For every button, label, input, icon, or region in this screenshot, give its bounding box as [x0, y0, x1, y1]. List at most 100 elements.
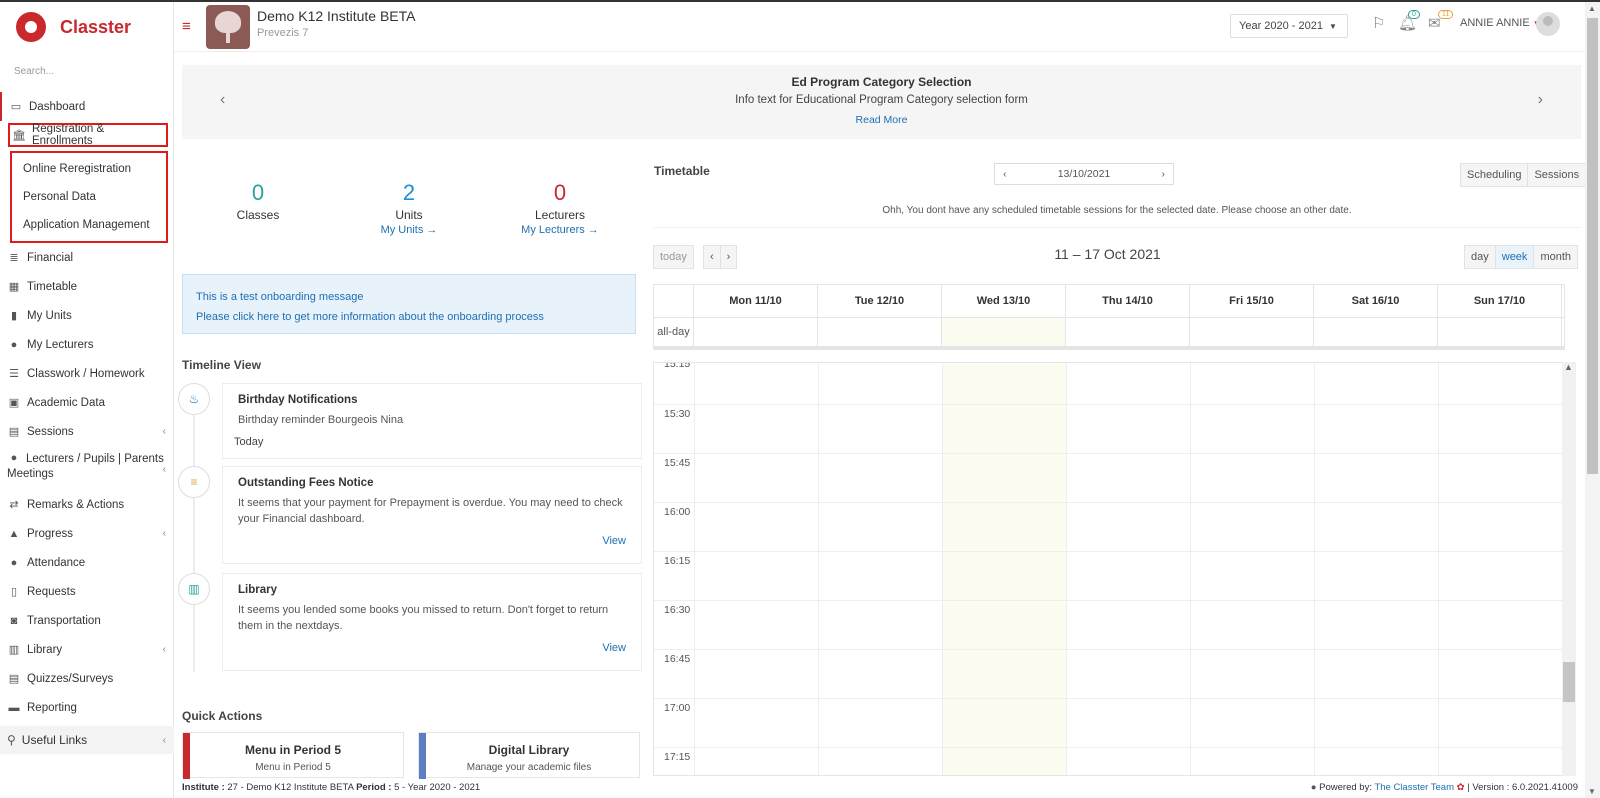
chevron-left-icon[interactable]: ‹: [1003, 168, 1007, 180]
calendar-day-headers: Mon 11/10 Tue 12/10 Wed 13/10 Thu 14/10 …: [654, 285, 1564, 317]
sidebar-subitem-online-reregistration[interactable]: Online Reregistration: [12, 155, 166, 183]
my-units-link[interactable]: My Units →: [349, 224, 469, 236]
view-day-button[interactable]: day: [1465, 246, 1496, 268]
allday-cell[interactable]: [818, 318, 942, 346]
chevron-down-icon[interactable]: ▼: [1588, 787, 1596, 796]
next-week-button[interactable]: ›: [721, 246, 737, 268]
onboarding-alert[interactable]: This is a test onboarding message Please…: [182, 274, 636, 334]
my-lecturers-link[interactable]: My Lecturers →: [500, 224, 620, 236]
timeline-card-desc: It seems that your payment for Prepaymen…: [238, 497, 623, 525]
chevron-right-icon[interactable]: ›: [1162, 168, 1166, 180]
sidebar-item-transportation[interactable]: ◙ Transportation: [0, 606, 174, 635]
page-scrollbar[interactable]: ▲ ▼: [1585, 2, 1600, 798]
sidebar-item-classwork[interactable]: ☰ Classwork / Homework: [0, 359, 174, 388]
institute-logo: [206, 5, 250, 49]
avatar[interactable]: [1536, 12, 1560, 36]
chevron-up-icon[interactable]: ▲: [1588, 4, 1596, 13]
carousel-subtitle: Info text for Educational Program Catego…: [735, 94, 1028, 106]
quick-action-sub: Manage your academic files: [466, 762, 592, 773]
time-label: 15:45: [664, 457, 691, 469]
sidebar-item-my-lecturers[interactable]: ● My Lecturers: [0, 330, 174, 359]
sidebar-subitem-application-management[interactable]: Application Management: [12, 211, 166, 239]
allday-cell[interactable]: [1314, 318, 1438, 346]
bell-icon[interactable]: 🔔︎ 0: [1398, 10, 1420, 32]
chevron-left-icon: ‹: [162, 644, 166, 655]
carousel-title: Ed Program Category Selection: [791, 75, 972, 89]
calendar-scroll-thumb[interactable]: [1563, 662, 1575, 702]
classter-team-link[interactable]: The Classter Team: [1374, 782, 1454, 793]
stat-label: Lecturers: [534, 208, 586, 222]
footer-institute-label: Institute :: [182, 782, 225, 793]
hamburger-menu-icon[interactable]: ≡: [182, 18, 191, 35]
sidebar-item-requests[interactable]: ▯ Requests: [0, 577, 174, 606]
quick-action-menu[interactable]: Menu in Period 5 Menu in Period 5: [182, 732, 404, 779]
app-name: Classter: [60, 16, 132, 37]
stat-label: Classes: [236, 208, 280, 222]
app-logo[interactable]: Classter: [14, 10, 131, 44]
allday-cell[interactable]: [694, 318, 818, 346]
timeline-card-title: Outstanding Fees Notice: [238, 477, 374, 489]
sidebar-item-attendance[interactable]: ● Attendance: [0, 548, 174, 577]
sidebar-subitem-personal-data[interactable]: Personal Data: [12, 183, 166, 211]
year-selector[interactable]: Year 2020 - 2021 ▼: [1230, 14, 1348, 38]
read-more-link[interactable]: Read More: [182, 114, 1581, 126]
list-icon: ☰: [9, 368, 19, 380]
time-row: 15:30: [654, 404, 1564, 453]
message-badge: 11: [1438, 10, 1454, 19]
flag-icon[interactable]: ⚐: [1372, 14, 1385, 32]
sidebar-item-progress[interactable]: ▲ Progress ‹: [0, 519, 174, 548]
quick-action-digital-library[interactable]: Digital Library Manage your academic fil…: [418, 732, 640, 779]
calendar-icon: ▦: [8, 281, 20, 293]
time-row: 16:15: [654, 551, 1564, 600]
calendar-scrollbar[interactable]: ▲: [1562, 362, 1576, 776]
calendar-header: Mon 11/10 Tue 12/10 Wed 13/10 Thu 14/10 …: [653, 284, 1565, 350]
registration-submenu: Online Reregistration Personal Data Appl…: [10, 151, 168, 243]
sidebar-item-useful-links[interactable]: ⚲ Useful Links ‹: [0, 726, 174, 754]
sidebar-item-dashboard[interactable]: ▭ Dashboard: [0, 92, 174, 121]
sidebar-item-timetable[interactable]: ▦ Timetable: [0, 272, 174, 301]
sidebar-search-input[interactable]: Search...: [14, 66, 164, 77]
timeline-line: [193, 392, 195, 672]
day-header: Wed 13/10: [942, 285, 1066, 317]
sidebar-item-reporting[interactable]: ▬ Reporting: [0, 693, 174, 722]
envelope-icon[interactable]: ✉ 11: [1428, 10, 1454, 32]
timeline-view-link[interactable]: View: [238, 535, 626, 547]
quick-actions-title: Quick Actions: [182, 709, 263, 723]
view-week-button[interactable]: week: [1495, 246, 1535, 268]
time-row: 17:00: [654, 698, 1564, 747]
sidebar-item-sessions[interactable]: ▤ Sessions ‹: [0, 417, 174, 446]
sidebar-item-meetings[interactable]: ● Lecturers / Pupils | Parents Meetings ‹: [0, 446, 174, 490]
onboarding-link[interactable]: Please click here to get more informatio…: [196, 307, 622, 327]
today-button[interactable]: today: [654, 246, 693, 268]
view-month-button[interactable]: month: [1534, 246, 1577, 268]
sidebar-item-library[interactable]: ▥ Library ‹: [0, 635, 174, 664]
allday-cell[interactable]: [1438, 318, 1562, 346]
prev-week-button[interactable]: ‹: [704, 246, 721, 268]
sidebar-item-academic-data[interactable]: ▣ Academic Data: [0, 388, 174, 417]
sidebar-item-label: Sessions: [27, 425, 74, 438]
sidebar-item-remarks[interactable]: ⇄ Remarks & Actions: [0, 490, 174, 519]
quick-action-sub: Menu in Period 5: [255, 762, 331, 773]
allday-cell[interactable]: [1190, 318, 1314, 346]
calendar-time-grid[interactable]: 15:15 15:30 15:45 16:00 16:15 16:30 16:4…: [653, 362, 1565, 776]
timeline-view-link[interactable]: View: [238, 642, 626, 654]
users-icon: ●: [10, 338, 18, 351]
carousel-next-icon[interactable]: ›: [1538, 91, 1543, 109]
chevron-up-icon[interactable]: ▲: [1564, 362, 1573, 372]
calendar-view-switcher: day week month: [1464, 245, 1579, 269]
user-menu[interactable]: ANNIE ANNIE▼: [1460, 17, 1541, 29]
sidebar-item-registration[interactable]: 🏛 Registration & Enrollments: [8, 123, 168, 147]
sidebar-item-my-units[interactable]: ▮ My Units: [0, 301, 174, 330]
allday-cell[interactable]: [1066, 318, 1190, 346]
footer-period-value: 5 - Year 2020 - 2021: [394, 782, 481, 793]
timeline-card-title: Library: [238, 584, 277, 596]
stat-value: 0: [553, 180, 567, 205]
page-scroll-thumb[interactable]: [1587, 18, 1598, 474]
info-carousel: ‹ Ed Program Category Selection Info tex…: [182, 65, 1581, 139]
sessions-button[interactable]: Sessions: [1528, 164, 1585, 186]
sidebar-item-financial[interactable]: ≣ Financial: [0, 243, 174, 272]
allday-cell[interactable]: [942, 318, 1066, 346]
scheduling-button[interactable]: Scheduling: [1461, 164, 1529, 186]
timetable-date-picker[interactable]: ‹ 13/10/2021 ›: [994, 163, 1174, 185]
sidebar-item-quizzes[interactable]: ▤ Quizzes/Surveys: [0, 664, 174, 693]
